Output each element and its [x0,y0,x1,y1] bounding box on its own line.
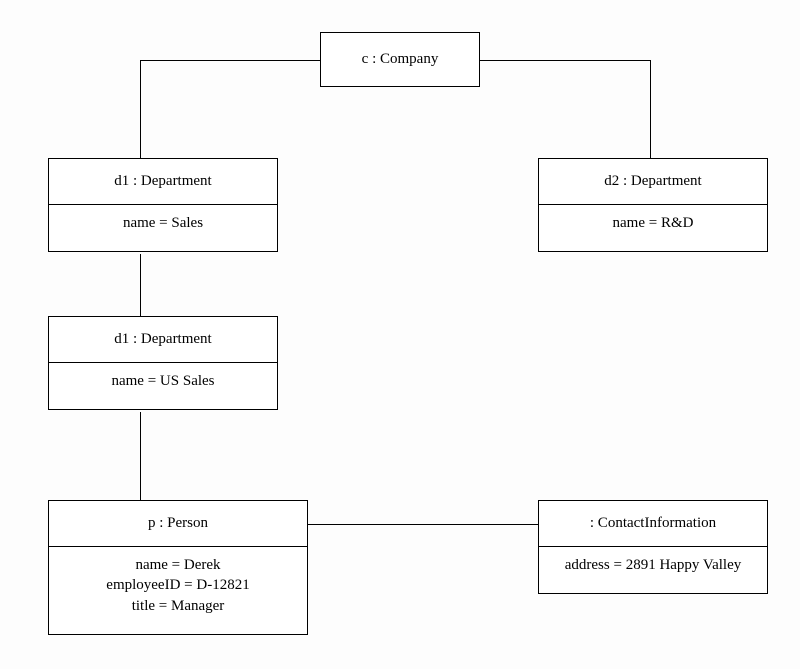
box-contact-title: : ContactInformation [539,501,767,547]
box-d1: d1 : Department name = Sales [48,158,278,252]
box-d2-attr-name: name = R&D [549,213,757,233]
box-d1-attr-name: name = Sales [59,213,267,233]
box-d3: d1 : Department name = US Sales [48,316,278,410]
edge-person-contact [308,524,538,525]
box-person-attr-name: name = Derek [59,555,297,575]
box-person-title: p : Person [49,501,307,547]
box-d1-title: d1 : Department [49,159,277,205]
box-d3-attr-name: name = US Sales [59,371,267,391]
box-d2-title: d2 : Department [539,159,767,205]
edge-company-right-v [650,60,651,158]
box-d2: d2 : Department name = R&D [538,158,768,252]
edge-company-right-h [480,60,650,61]
box-contact: : ContactInformation address = 2891 Happ… [538,500,768,594]
box-person-attr-employeeid: employeeID = D-12821 [59,575,297,595]
box-person-attr-title: title = Manager [59,596,297,616]
edge-company-left-h [140,60,320,61]
box-contact-attr-address: address = 2891 Happy Valley [549,555,757,575]
box-company-title: c : Company [321,33,479,86]
edge-company-left-v [140,60,141,158]
box-d3-title: d1 : Department [49,317,277,363]
edge-d3-person [140,412,141,500]
box-company: c : Company [320,32,480,87]
box-person: p : Person name = Derek employeeID = D-1… [48,500,308,635]
edge-d1-d3 [140,254,141,316]
